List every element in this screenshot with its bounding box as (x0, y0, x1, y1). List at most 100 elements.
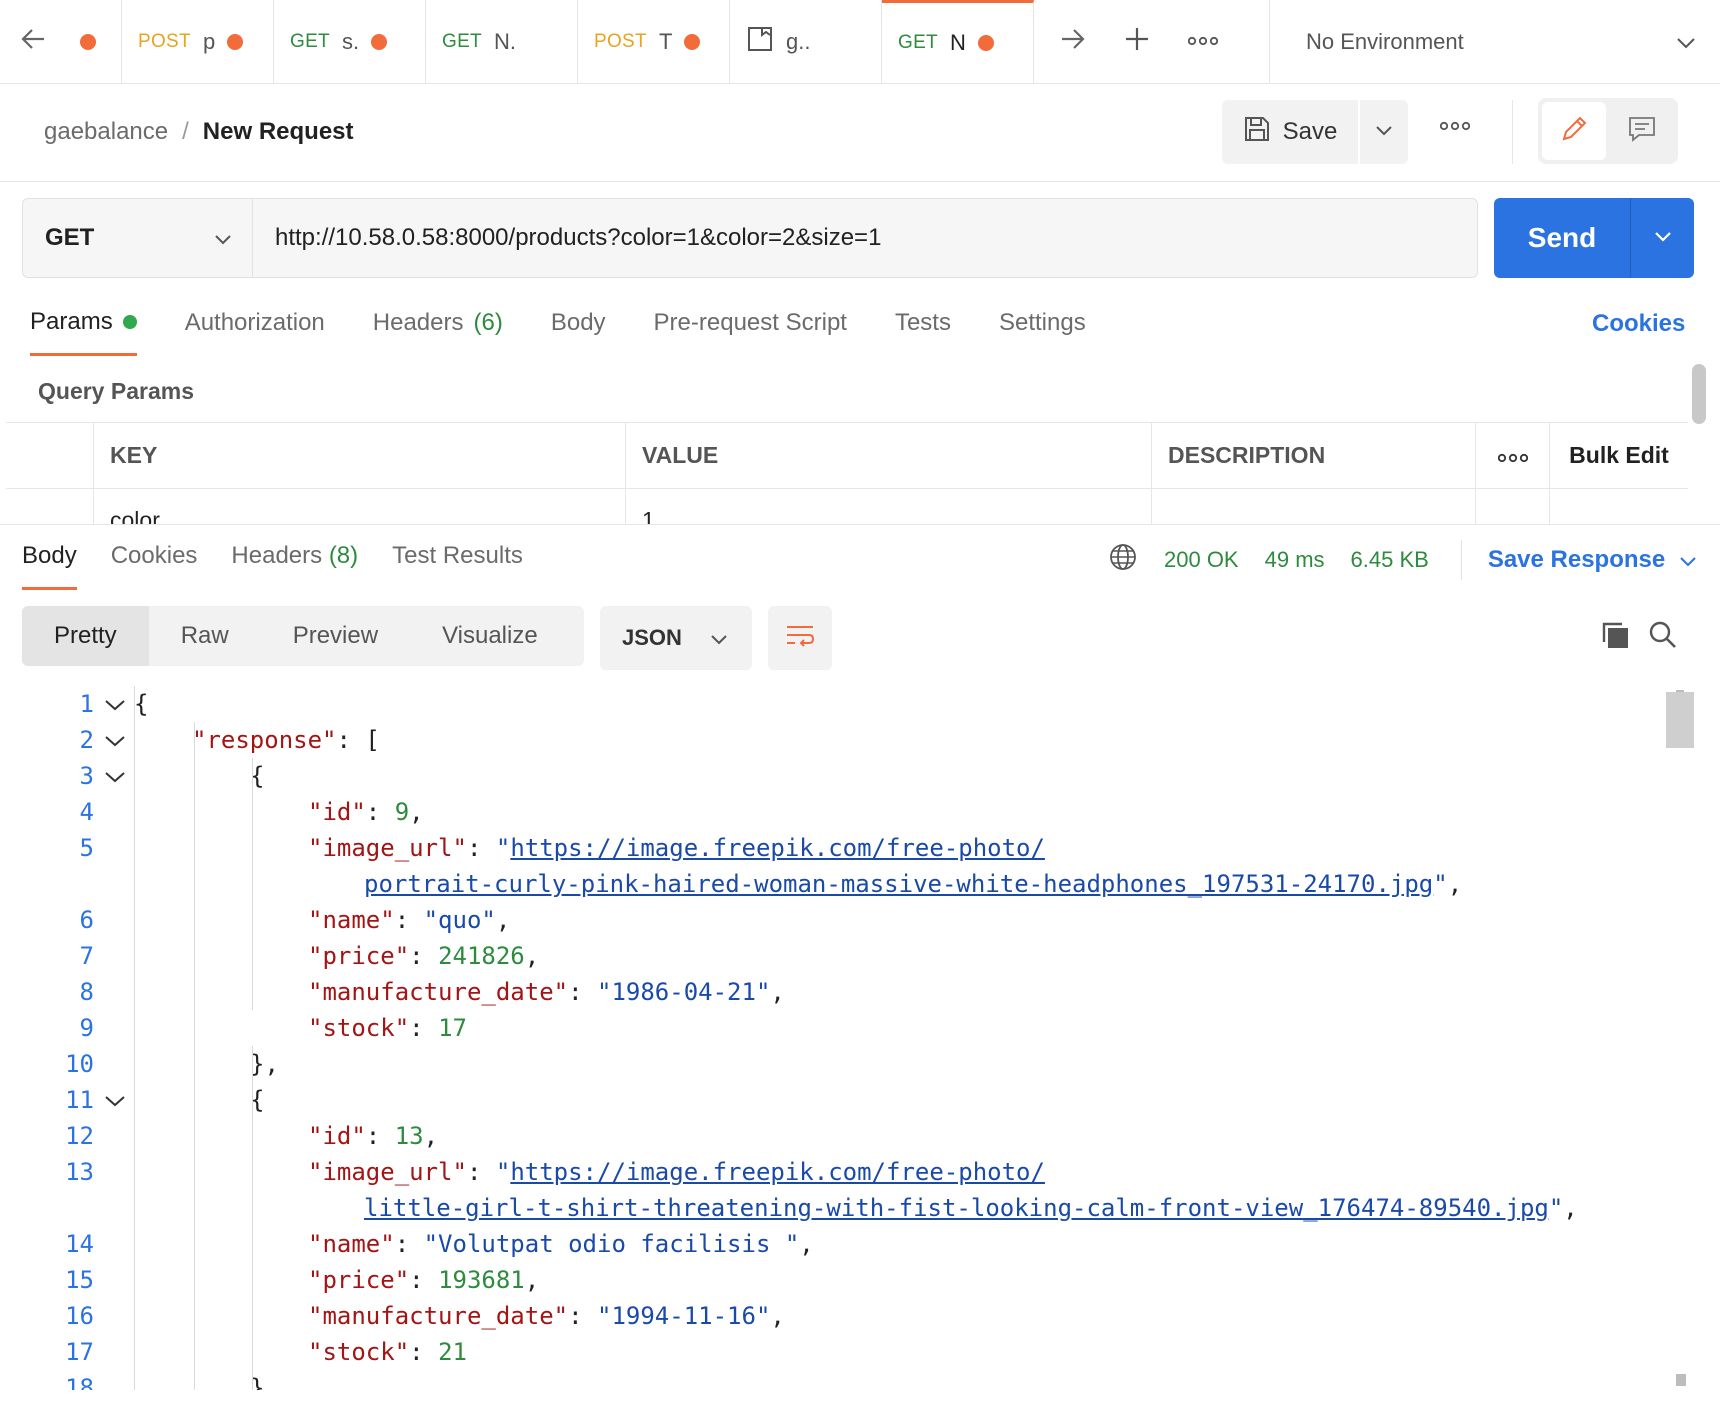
column-options-button[interactable] (1476, 423, 1550, 488)
edit-mode-button[interactable] (1542, 102, 1606, 160)
chevron-down-icon (1654, 229, 1672, 247)
tab-headers[interactable]: Headers (6) (373, 306, 503, 356)
view-pretty[interactable]: Pretty (22, 606, 149, 666)
response-headers-count: (8) (328, 542, 359, 569)
request-tab[interactable]: POST T (578, 0, 730, 83)
view-visualize[interactable]: Visualize (410, 606, 570, 666)
code-text: portrait-curly-pink-haired-woman-massive… (364, 870, 1462, 898)
json-url-link[interactable]: https://image.freepik.com/free-photo/ (510, 834, 1045, 862)
json-punctuation: , (1563, 1194, 1578, 1222)
param-value[interactable]: 1 (626, 489, 1152, 524)
code-line: 6 "name": "quo", (0, 902, 1688, 938)
arrow-right-icon[interactable] (1060, 28, 1086, 55)
line-number: 6 (79, 906, 94, 934)
json-string: "quo" (423, 906, 496, 934)
cookies-link[interactable]: Cookies (1592, 310, 1685, 338)
format-label: JSON (622, 625, 682, 650)
fold-chevron-icon[interactable] (104, 726, 126, 754)
divider (1512, 100, 1513, 164)
request-tab[interactable]: GET s. (274, 0, 426, 83)
param-empty-cell (1550, 489, 1688, 524)
response-tabs: Body Cookies Headers (8) Test Results (22, 542, 557, 590)
code-text: "price": 193681, (308, 1266, 539, 1294)
request-name[interactable]: New Request (203, 118, 354, 146)
code-line: 3{ (0, 758, 1688, 794)
response-tab-headers[interactable]: Headers (8) (231, 542, 358, 590)
tab-tests[interactable]: Tests (895, 306, 951, 356)
fold-chevron-icon[interactable] (104, 690, 126, 718)
comments-mode-button[interactable] (1610, 102, 1674, 160)
code-text: "image_url": "https://image.freepik.com/… (308, 1158, 1045, 1186)
json-punctuation: : (409, 1338, 439, 1366)
param-description[interactable] (1152, 489, 1476, 524)
code-line: 17 "stock": 21 (0, 1334, 1688, 1370)
response-time[interactable]: 49 ms (1265, 547, 1325, 573)
code-text: "manufacture_date": "1986-04-21", (308, 978, 785, 1006)
response-divider[interactable] (0, 524, 1720, 525)
request-tab[interactable]: GET N. (426, 0, 578, 83)
json-url-link[interactable]: little-girl-t-shirt-threatening-with-fis… (364, 1194, 1549, 1222)
tab-authorization[interactable]: Authorization (185, 306, 325, 356)
comment-icon (1627, 115, 1657, 148)
search-icon[interactable] (1648, 620, 1678, 655)
response-tab-test-results[interactable]: Test Results (392, 542, 523, 590)
response-tab-cookies[interactable]: Cookies (111, 542, 198, 590)
json-url-link[interactable]: https://image.freepik.com/free-photo/ (510, 1158, 1045, 1186)
more-horizontal-icon[interactable] (1187, 33, 1219, 51)
method-selector[interactable]: GET (23, 199, 253, 277)
request-tab[interactable]: POST p (122, 0, 274, 83)
view-raw[interactable]: Raw (149, 606, 261, 666)
json-string: " (1433, 870, 1448, 898)
code-text: "id": 13, (308, 1122, 438, 1150)
globe-icon[interactable] (1108, 542, 1138, 578)
line-number: 9 (79, 1014, 94, 1042)
copy-icon[interactable] (1600, 620, 1630, 655)
response-tab-body[interactable]: Body (22, 542, 77, 590)
fold-chevron-icon[interactable] (104, 1086, 126, 1114)
request-tab[interactable]: GET N (882, 0, 1034, 83)
url-input[interactable]: http://10.58.0.58:8000/products?color=1&… (253, 199, 1477, 277)
tab-method: GET (442, 30, 482, 52)
tab-pre-request-script[interactable]: Pre-request Script (654, 306, 847, 356)
param-key[interactable]: color (94, 489, 626, 524)
header-checkbox-cell (6, 423, 94, 488)
line-number: 16 (65, 1302, 94, 1330)
save-button[interactable]: Save (1222, 100, 1358, 164)
json-punctuation: , (524, 1266, 540, 1294)
tab-body[interactable]: Body (551, 306, 606, 356)
plus-icon[interactable] (1124, 26, 1150, 57)
response-scrollbar-thumb[interactable] (1666, 692, 1694, 748)
json-url-link[interactable]: portrait-curly-pink-haired-woman-massive… (364, 870, 1433, 898)
environment-selector[interactable]: No Environment (1270, 0, 1720, 83)
tab-settings[interactable]: Settings (999, 306, 1086, 356)
view-preview[interactable]: Preview (261, 606, 410, 666)
wrap-lines-button[interactable] (768, 606, 832, 670)
bulk-edit-button[interactable]: Bulk Edit (1550, 423, 1688, 488)
code-text: }, (250, 1050, 279, 1078)
code-line: 12 "id": 13, (0, 1118, 1688, 1154)
response-body-editor[interactable]: 1{2 "response": [3{4 "id": 9, 5 "image_url":… (0, 686, 1688, 1390)
response-status[interactable]: 200 OK (1164, 547, 1239, 573)
save-dropdown-button[interactable] (1360, 100, 1408, 164)
params-scrollbar[interactable] (1692, 364, 1706, 424)
send-button[interactable]: Send (1494, 198, 1630, 278)
arrow-left-icon[interactable] (20, 28, 46, 55)
request-tab[interactable]: g.. (730, 0, 882, 83)
code-text: "price": 241826, (308, 942, 539, 970)
json-punctuation: , (799, 1230, 814, 1258)
json-punctuation: : (466, 1158, 496, 1186)
json-number: 9 (394, 798, 410, 826)
send-dropdown-button[interactable] (1630, 198, 1694, 278)
environment-label: No Environment (1306, 28, 1464, 54)
fold-chevron-icon[interactable] (104, 762, 126, 790)
breadcrumb-collection[interactable]: gaebalance (44, 118, 168, 146)
tab-params[interactable]: Params (30, 306, 137, 356)
response-size[interactable]: 6.45 KB (1351, 547, 1429, 573)
scroll-down-arrow[interactable] (1676, 1374, 1686, 1386)
save-response-label: Save Response (1487, 546, 1666, 573)
save-response-button[interactable]: Save Response (1488, 546, 1697, 574)
json-punctuation: { (134, 690, 149, 718)
json-punctuation: , (770, 1302, 785, 1330)
more-horizontal-icon[interactable] (1439, 118, 1471, 136)
format-selector[interactable]: JSON (600, 606, 752, 670)
